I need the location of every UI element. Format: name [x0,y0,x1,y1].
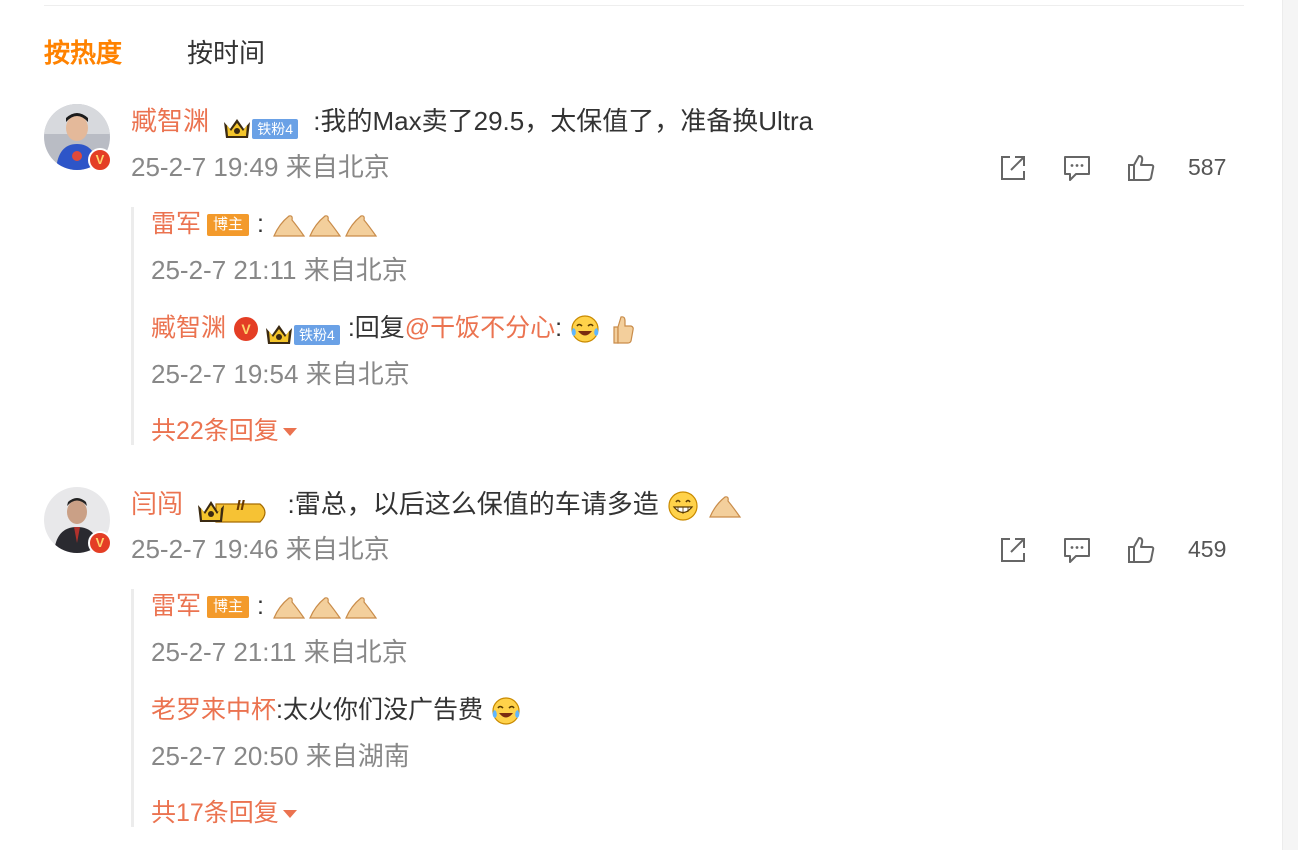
comment-text: :我的Max卖了29.5，太保值了，准备换Ultra [313,106,814,136]
more-replies-link[interactable]: 共22条回复 [151,414,297,448]
comment-icon[interactable] [1062,153,1092,183]
crown-member-icon [198,501,266,523]
comment-time: 25-2-7 19:49 [131,152,279,182]
comment-meta: 25-2-7 19:46 来自北京 [131,532,390,566]
reply-text: : [257,210,264,238]
comment-actions: 587 [998,150,1243,184]
share-icon[interactable] [998,535,1028,565]
reply-location: 来自湖南 [305,741,410,771]
mention-link[interactable]: @干饭不分心 [405,314,555,342]
reply-location: 来自北京 [303,637,408,667]
reply-line: 老罗来中杯:太火你们没广告费 [151,693,522,727]
reply-username[interactable]: 雷军 [151,592,201,620]
reply-line: 雷军 博主: [151,207,379,241]
like-count: 587 [1188,154,1227,180]
reply-location: 来自北京 [305,359,410,389]
tab-sort-time[interactable]: 按时间 [187,34,265,72]
reply-list: 雷军 博主: 25-2-7 21:11 来自北京 臧智渊 V 铁粉4 :回复@干饭不 [131,207,1246,445]
laugh-cry-emoji-icon [571,315,599,343]
comment-time: 25-2-7 19:46 [131,534,279,564]
fan-level-tag: 铁粉4 [252,119,299,140]
top-divider [44,5,1244,6]
comment-line: 臧智渊 铁粉4 :我的Max卖了29.5，太保值了，准备换Ultra [131,104,814,140]
blogger-badge: 博主 [207,596,250,619]
blogger-badge: 博主 [207,214,250,237]
reply-line: 臧智渊 V 铁粉4 :回复@干饭不分心: [151,311,636,345]
comment-text: :雷总，以后这么保值的车请多造 [287,489,659,519]
reply-time: 25-2-7 21:11 [151,637,297,667]
reply-text: : [257,592,264,620]
pray-emoji-icon [273,215,378,237]
reply-list: 雷军博主: 25-2-7 21:11 来自北京 老罗来中杯:太火你们没广告费 [131,589,1246,827]
scrollbar[interactable] [1282,0,1298,850]
verified-icon: V [88,148,112,172]
member-level: II [236,497,245,515]
crown-icon [224,119,251,139]
reply-meta: 25-2-7 20:50 来自湖南 [151,739,410,773]
fan-level-tag: 铁粉4 [294,324,340,345]
verified-icon: V [234,317,259,342]
pray-emoji-icon [709,496,742,518]
reply-username[interactable]: 老罗来中杯 [151,696,276,724]
reply-meta: 25-2-7 21:11 来自北京 [151,635,408,669]
like-icon[interactable] [1126,153,1156,183]
reply-time: 25-2-7 19:54 [151,359,299,389]
laugh-cry-emoji-icon [492,697,520,725]
comment-location: 来自北京 [285,152,390,182]
reply-text: :回复 [347,314,405,342]
caret-down-icon [282,428,297,437]
comment-actions: 459 [998,532,1243,566]
comment-line: 闫闯 II :雷总，以后这么保值的车请多造 [131,487,743,523]
grin-emoji-icon [668,491,698,521]
comment-meta: 25-2-7 19:49 来自北京 [131,150,390,184]
tab-sort-hot[interactable]: 按热度 [44,34,122,72]
reply-meta: 25-2-7 19:54 来自北京 [151,357,410,391]
comment-username[interactable]: 闫闯 [131,489,183,519]
comment-location: 来自北京 [285,534,390,564]
reply-time: 25-2-7 20:50 [151,741,299,771]
avatar[interactable]: V [44,104,112,172]
avatar[interactable]: V [44,487,112,555]
more-replies-link[interactable]: 共17条回复 [151,796,297,830]
reply-username[interactable]: 雷军 [151,210,201,238]
reply-text-suffix: : [555,314,563,342]
reply-time: 25-2-7 21:11 [151,255,297,285]
reply-meta: 25-2-7 21:11 来自北京 [151,253,408,287]
pray-emoji-icon [273,597,378,619]
comment-username[interactable]: 臧智渊 [131,106,209,136]
thumbs-up-emoji-icon [613,316,634,344]
more-replies-label: 共17条回复 [151,799,279,827]
member-badge[interactable]: II [196,493,272,523]
reply-text: :太火你们没广告费 [276,696,483,724]
fan-badge[interactable]: 铁粉4 [264,316,340,345]
caret-down-icon [282,810,297,819]
share-icon[interactable] [998,153,1028,183]
like-icon[interactable] [1126,535,1156,565]
crown-icon [266,324,293,344]
reply-username[interactable]: 臧智渊 [151,314,226,342]
reply-location: 来自北京 [303,255,408,285]
like-count: 459 [1188,536,1227,562]
verified-icon: V [88,531,112,555]
more-replies-label: 共22条回复 [151,417,279,445]
reply-line: 雷军 博主: [151,589,379,623]
comment-icon[interactable] [1062,535,1092,565]
fan-badge[interactable]: 铁粉4 [222,110,299,140]
